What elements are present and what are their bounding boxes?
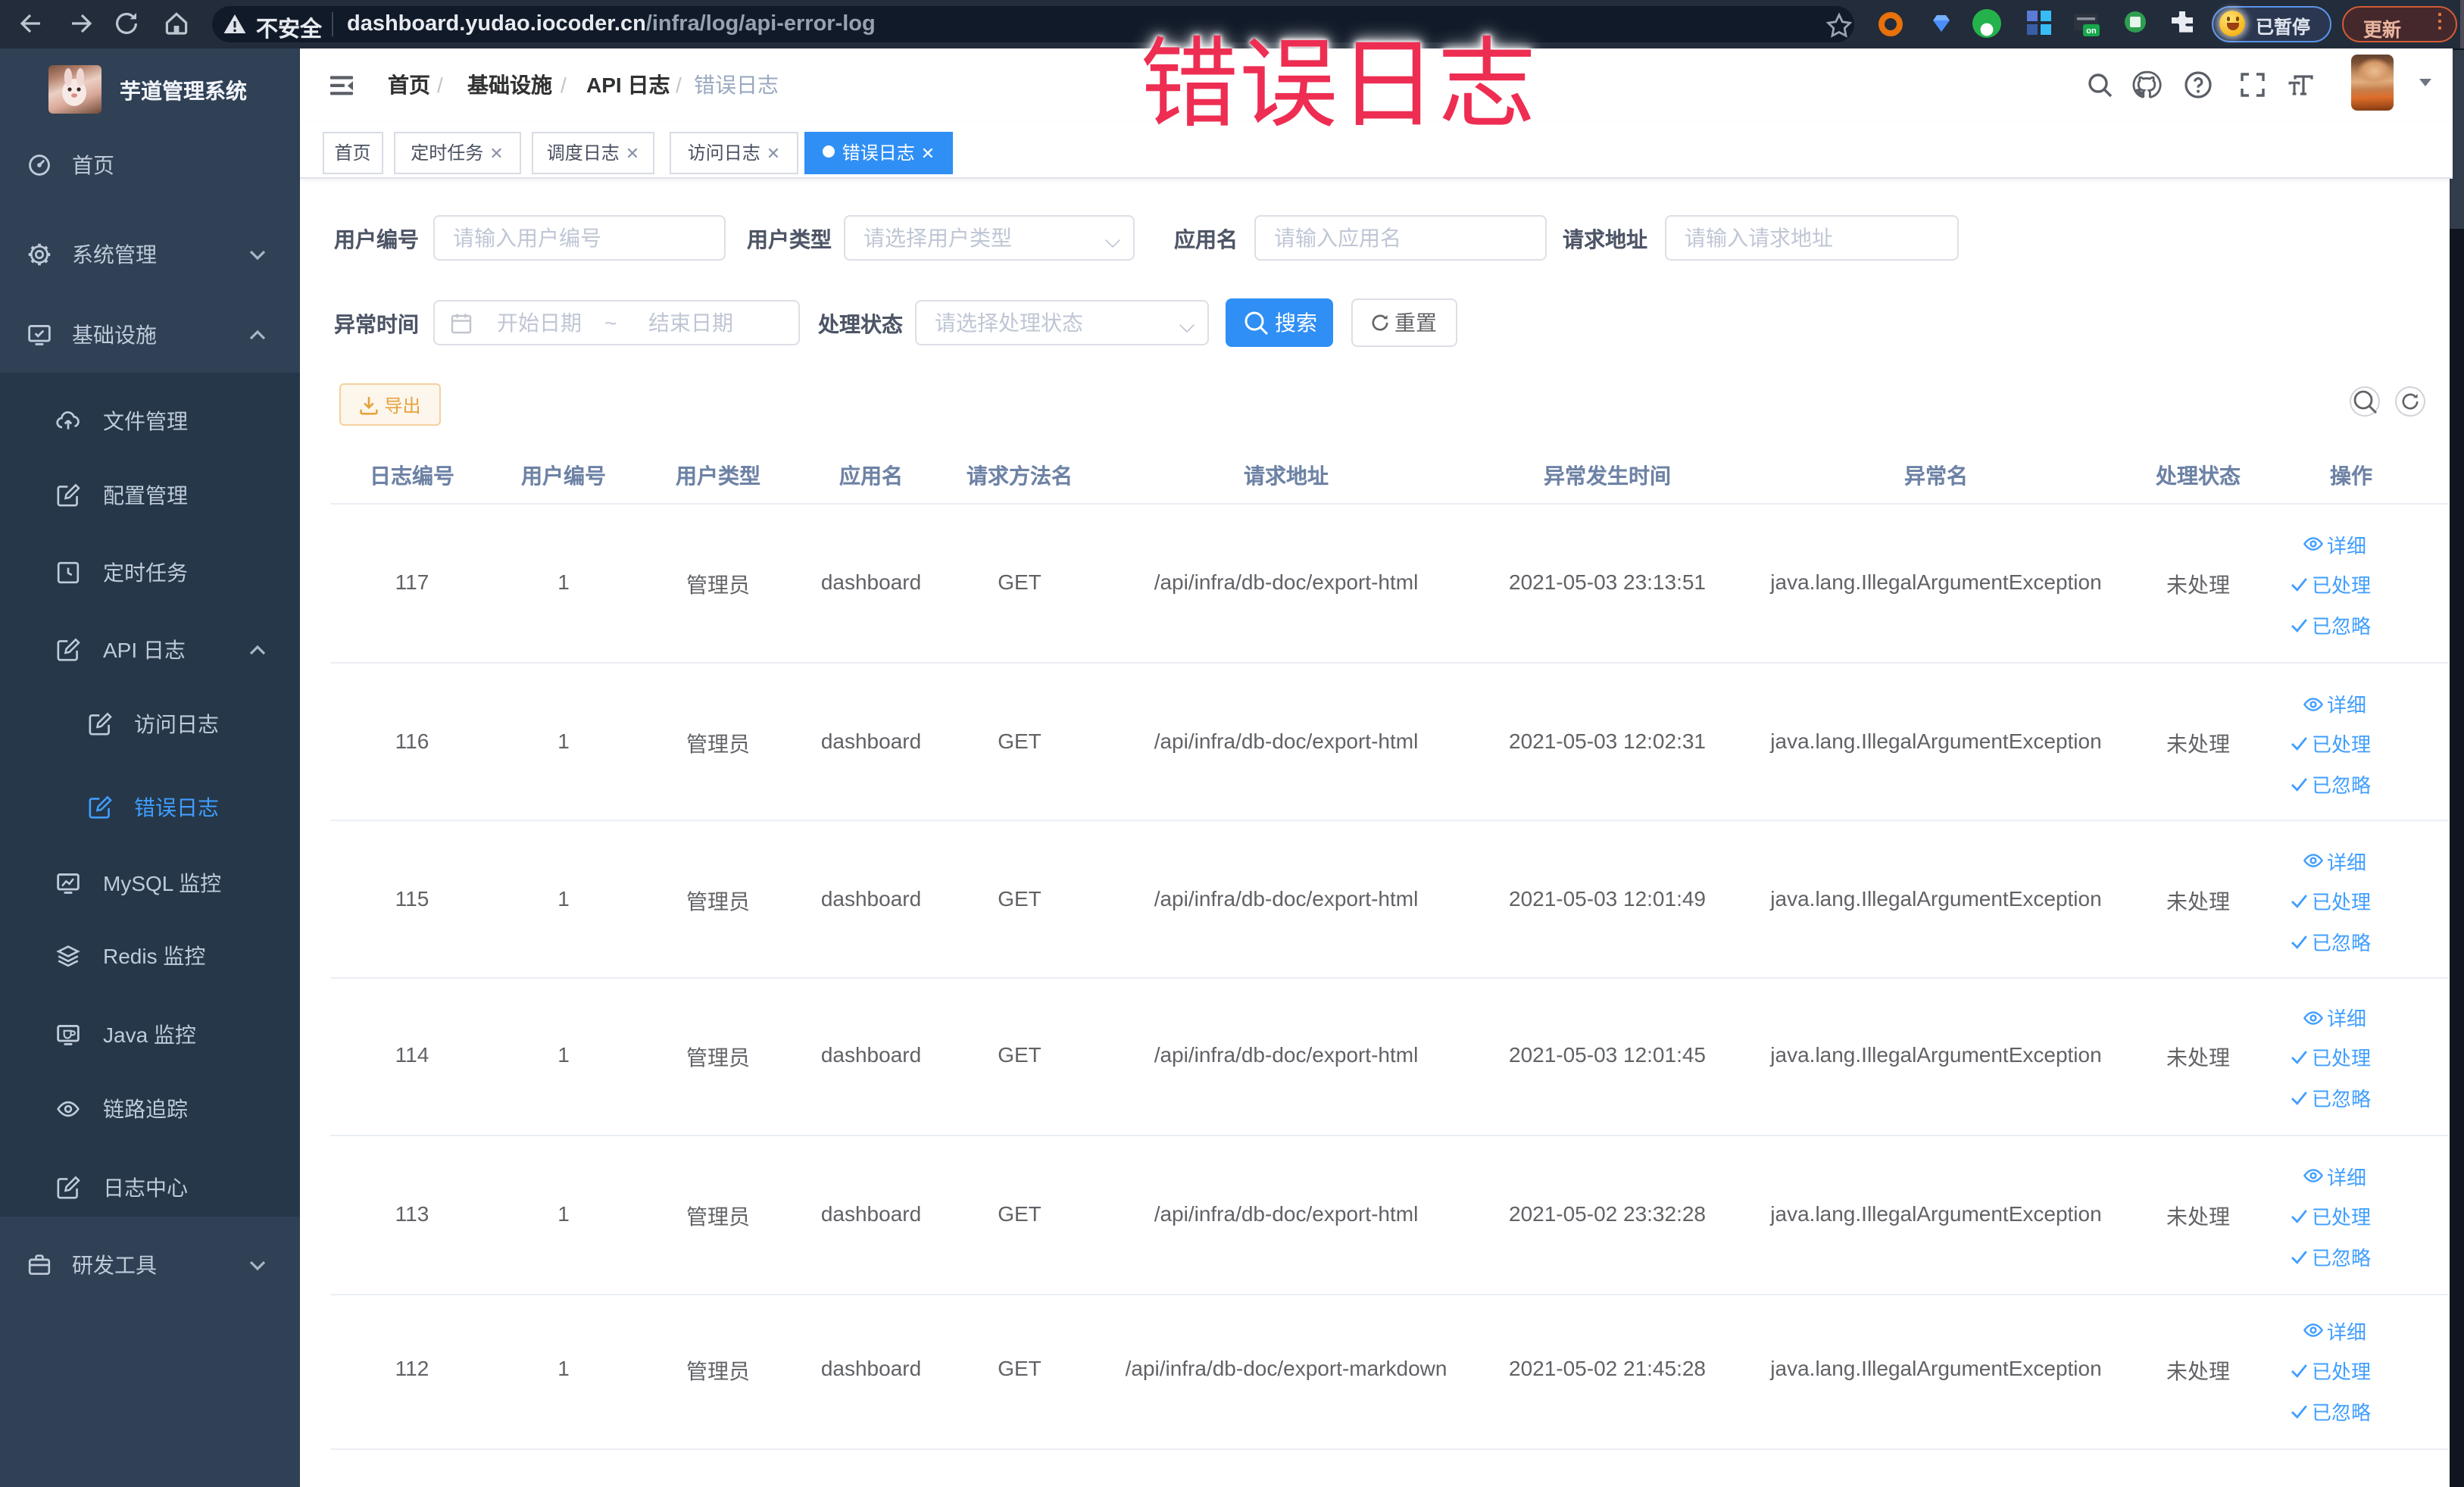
svg-text:on: on xyxy=(2086,26,2097,35)
